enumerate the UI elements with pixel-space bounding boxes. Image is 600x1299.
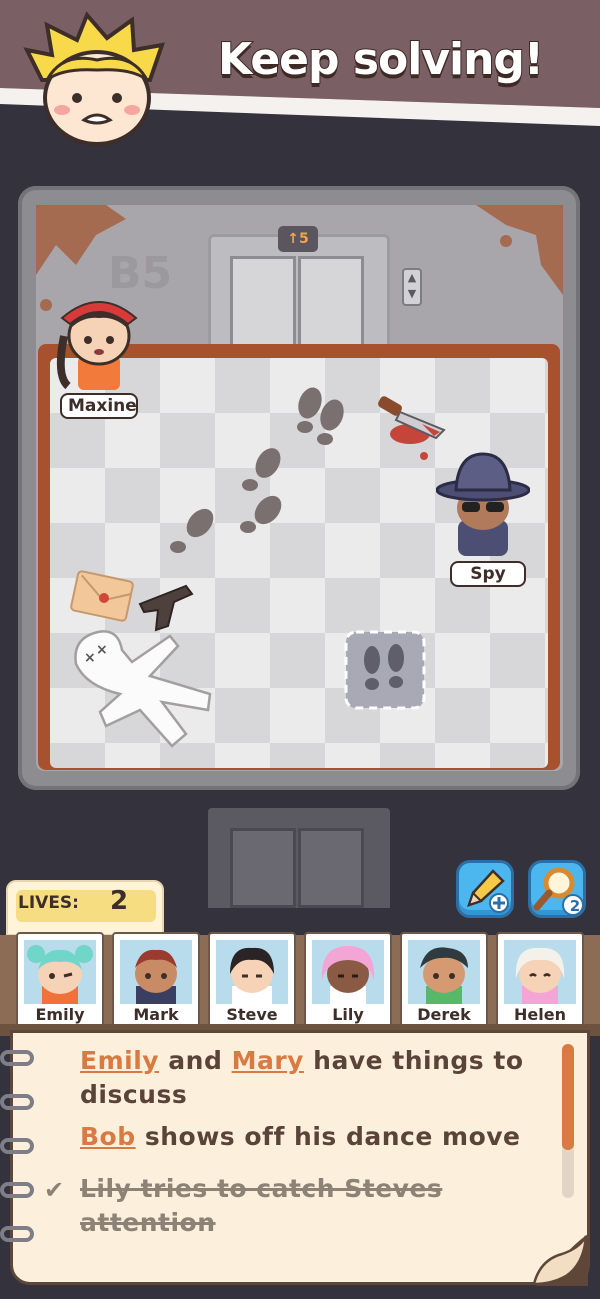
spy-character[interactable]	[436, 450, 530, 560]
lower-elevator	[208, 808, 390, 908]
clue-line-solved-cont: attention	[80, 1208, 216, 1237]
suspect-card-mark[interactable]: Mark	[112, 932, 200, 1028]
magnifier-count: 2	[569, 897, 581, 915]
binder-ring	[0, 1050, 34, 1066]
clue-text: shows off his dance move	[144, 1122, 521, 1151]
emily-portrait	[27, 945, 93, 1004]
pencil-icon	[467, 869, 509, 913]
suspect-portrait	[312, 940, 384, 1004]
suspect-name: Emily	[35, 1005, 85, 1024]
binder-ring	[0, 1094, 34, 1110]
clue-name[interactable]: Bob	[80, 1122, 136, 1151]
elevator-call-button[interactable]: ▲ ▼	[402, 268, 422, 306]
clue-name[interactable]: Emily	[80, 1046, 159, 1075]
clue-name[interactable]: Mary	[232, 1046, 304, 1075]
suspect-portrait	[504, 940, 576, 1004]
suspect-card-lily[interactable]: Lily	[304, 932, 392, 1028]
binder-ring	[0, 1138, 34, 1154]
name-tag-maxine: Maxine	[60, 393, 138, 419]
suspect-name: Lily	[332, 1005, 364, 1024]
svg-text:×: ×	[96, 642, 108, 658]
mark-portrait	[135, 949, 177, 1004]
floor-indicator: ↑5	[278, 226, 318, 252]
banner-title: Keep solving!	[217, 33, 545, 86]
clue-text: have things to	[313, 1046, 524, 1075]
suspect-portrait	[408, 940, 480, 1004]
binder-ring	[0, 1226, 34, 1242]
footprint-target-tile[interactable]	[344, 630, 426, 710]
derek-portrait	[420, 947, 468, 1004]
detective-avatar	[23, 11, 165, 146]
clue-line[interactable]: Bob shows off his dance move	[80, 1122, 521, 1151]
suspect-name: Steve	[226, 1005, 278, 1024]
suspect-card-derek[interactable]: Derek	[400, 932, 488, 1028]
footprints-icon	[170, 387, 344, 553]
suspect-card-steve[interactable]: Steve	[208, 932, 296, 1028]
helen-portrait	[515, 947, 565, 1004]
suspect-card-emily[interactable]: Emily	[16, 932, 104, 1028]
notebook-scroll-thumb[interactable]	[562, 1044, 574, 1150]
svg-text:×: ×	[84, 650, 96, 666]
name-tag-spy: Spy	[450, 561, 526, 587]
chalk-body-outline-icon: × ×	[74, 630, 212, 748]
lives-value: 2	[110, 886, 129, 916]
suspect-card-helen[interactable]: Helen	[496, 932, 584, 1028]
binder-ring	[0, 1182, 34, 1198]
checkmark-icon: ✔	[44, 1176, 65, 1204]
clue-text: and	[168, 1046, 223, 1075]
steve-portrait	[230, 947, 274, 1004]
maxine-character[interactable]	[56, 286, 142, 392]
suspect-portrait	[120, 940, 192, 1004]
clue-line[interactable]: Emily and Mary have things to	[80, 1046, 524, 1075]
pencil-hint-button[interactable]	[456, 860, 514, 918]
suspect-portrait	[24, 940, 96, 1004]
clue-line-cont: discuss	[80, 1080, 188, 1109]
magnifier-hint-button[interactable]: 2	[528, 860, 586, 918]
lower-door-left	[230, 828, 296, 908]
suspect-portrait	[216, 940, 288, 1004]
lower-door-right	[298, 828, 364, 908]
suspect-name: Mark	[133, 1005, 179, 1024]
lily-portrait	[321, 946, 375, 1004]
lives-label: LIVES:	[18, 893, 79, 913]
clue-line-solved: Lily tries to catch Steves	[80, 1174, 443, 1203]
page-curl-icon[interactable]	[526, 1234, 588, 1286]
suspect-name: Derek	[417, 1005, 471, 1024]
suspect-name: Helen	[514, 1005, 566, 1024]
envelope-icon[interactable]	[70, 570, 136, 624]
